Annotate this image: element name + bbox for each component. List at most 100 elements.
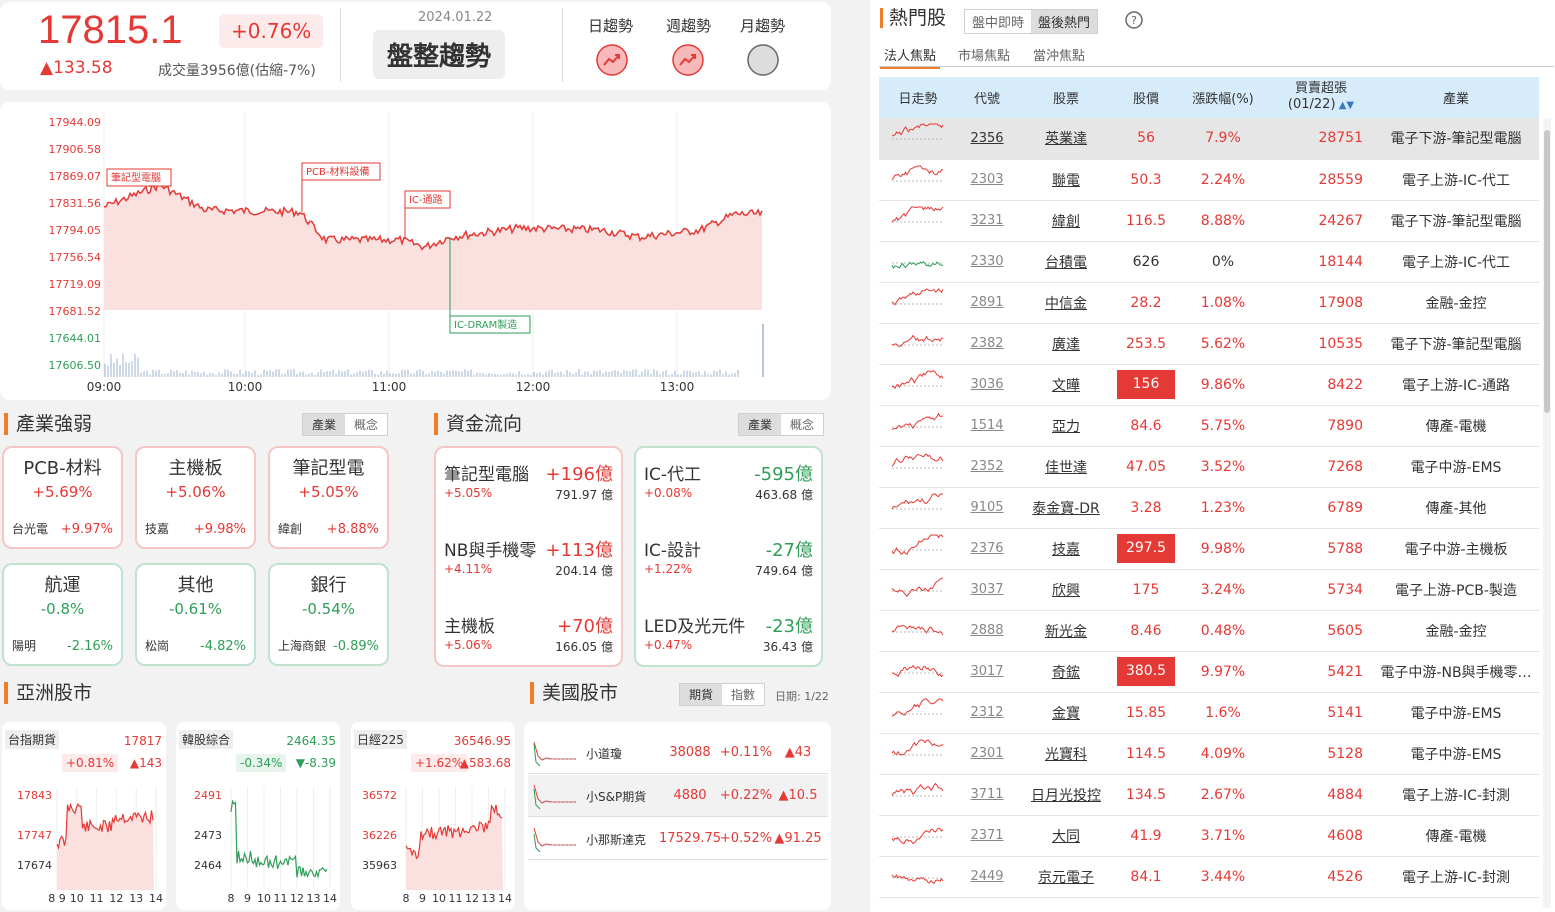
table-row[interactable]: 1514 亞力 84.6 5.75% 7890 傳產-電機 <box>879 405 1539 447</box>
monthly-trend-neutral-icon[interactable] <box>747 44 779 76</box>
stock-name[interactable]: 英業達 <box>1017 118 1115 160</box>
tab-intraday-realtime[interactable]: 盤中即時 <box>965 10 1032 33</box>
table-row[interactable]: 2312 金寶 15.85 1.6% 5141 電子中游-EMS <box>879 692 1539 734</box>
stock-name[interactable]: 中信金 <box>1017 282 1115 324</box>
stock-name[interactable]: 聯電 <box>1017 159 1115 201</box>
flow-row[interactable]: IC-代工 -595億 +0.08% 463.68 億 <box>644 460 813 530</box>
stock-code[interactable]: 2891 <box>957 282 1017 324</box>
sector-tag[interactable]: PCB-材料設備 <box>306 165 369 178</box>
stock-code[interactable]: 3036 <box>957 364 1017 406</box>
table-row[interactable]: 3017 奇鋐 380.5 9.97% 5421 電子中游-NB與手機零… <box>879 651 1539 693</box>
stock-name[interactable]: 欣興 <box>1017 569 1115 611</box>
col-net-buy[interactable]: 買賣超張 (01/22) ▲▼ <box>1269 77 1373 118</box>
stock-code[interactable]: 2301 <box>957 733 1017 775</box>
us-market-row[interactable]: 小道瓊 38088 +0.11% ▲43 <box>528 732 828 774</box>
table-row[interactable]: 2376 技嘉 297.5 9.98% 5788 電子中游-主機板 <box>879 528 1539 570</box>
tab-us-futures[interactable]: 期貨 <box>680 684 723 705</box>
sector-tag[interactable]: IC-DRAM製造 <box>454 318 517 331</box>
tab-after-hours-hot[interactable]: 盤後熱門 <box>1031 10 1098 33</box>
stock-name[interactable]: 新光金 <box>1017 610 1115 652</box>
tab-flow-concept[interactable]: 概念 <box>781 414 824 435</box>
flow-row[interactable]: 筆記型電腦 +196億 +5.05% 791.97 億 <box>444 460 613 530</box>
table-row[interactable]: 3037 欣興 175 3.24% 5734 電子上游-PCB-製造 <box>879 569 1539 611</box>
table-row[interactable]: 9105 泰金寶-DR 3.28 1.23% 6789 傳產-其他 <box>879 487 1539 529</box>
money-inflow-panel[interactable]: 筆記型電腦 +196億 +5.05% 791.97 億 NB與手機零 +113億… <box>434 446 623 667</box>
stock-name[interactable]: 大同 <box>1017 815 1115 857</box>
stock-code[interactable]: 3711 <box>957 774 1017 816</box>
stock-code[interactable]: 9105 <box>957 487 1017 529</box>
table-row[interactable]: 2301 光寶科 114.5 4.09% 5128 電子中游-EMS <box>879 733 1539 775</box>
table-row[interactable]: 2303 聯電 50.3 2.24% 28559 電子上游-IC-代工 <box>879 159 1539 201</box>
stock-name[interactable]: 泰金寶-DR <box>1017 487 1115 529</box>
stock-code[interactable]: 2312 <box>957 692 1017 734</box>
sector-card[interactable]: PCB-材料 +5.69% 台光電 +9.97% <box>2 446 123 549</box>
stock-name[interactable]: 文曄 <box>1017 364 1115 406</box>
sector-tag[interactable]: IC-通路 <box>409 193 443 206</box>
stock-code[interactable]: 2382 <box>957 323 1017 365</box>
scrollbar-thumb[interactable] <box>1544 130 1550 413</box>
stock-name[interactable]: 台積電 <box>1017 241 1115 283</box>
stock-code[interactable]: 3037 <box>957 569 1017 611</box>
money-outflow-panel[interactable]: IC-代工 -595億 +0.08% 463.68 億 IC-設計 -27億 +… <box>634 446 823 667</box>
stock-name[interactable]: 技嘉 <box>1017 528 1115 570</box>
sector-card[interactable]: 筆記型電 +5.05% 緯創 +8.88% <box>268 446 389 549</box>
stock-name[interactable]: 奇鋐 <box>1017 651 1115 693</box>
stock-name[interactable]: 京元電子 <box>1017 856 1115 898</box>
tab-us-index[interactable]: 指數 <box>722 684 765 705</box>
daily-trend-up-icon[interactable] <box>596 44 628 76</box>
stock-code[interactable]: 1514 <box>957 405 1017 447</box>
asia-market-chart[interactable]: 日經225 36546.95 +1.62% ▲583.68 36572 36226… <box>351 722 515 910</box>
stock-code[interactable]: 2330 <box>957 241 1017 283</box>
stock-code[interactable]: 2371 <box>957 815 1017 857</box>
tab-sector-industry[interactable]: 產業 <box>303 414 346 435</box>
table-row[interactable]: 2382 廣達 253.5 5.62% 10535 電子下游-筆記型電腦 <box>879 323 1539 365</box>
table-row[interactable]: 2449 京元電子 84.1 3.44% 4526 電子上游-IC-封測 <box>879 856 1539 898</box>
sort-icon[interactable]: ▲▼ <box>1336 100 1354 111</box>
stock-code[interactable]: 3017 <box>957 651 1017 693</box>
stock-code[interactable]: 2352 <box>957 446 1017 488</box>
sector-card[interactable]: 銀行 -0.54% 上海商銀 -0.89% <box>268 563 389 666</box>
stock-code[interactable]: 2303 <box>957 159 1017 201</box>
asia-market-chart[interactable]: 台指期貨 17817 +0.81% ▲143 17843 17747 17674 8 … <box>2 722 166 910</box>
us-market-row[interactable]: 小S&P期貨 4880 +0.22% ▲10.5 <box>528 775 828 817</box>
table-row[interactable]: 2356 英業達 56 7.9% 28751 電子下游-筆記型電腦 <box>879 118 1539 160</box>
asia-market-chart[interactable]: 韓股綜合 2464.35 -0.34% ▼-8.39 2491 2473 2464 8… <box>176 722 340 910</box>
flow-row[interactable]: NB與手機零 +113億 +4.11% 204.14 億 <box>444 536 613 606</box>
sector-card[interactable]: 航運 -0.8% 陽明 -2.16% <box>2 563 123 666</box>
subtab-market-focus[interactable]: 市場焦點 <box>958 45 1010 64</box>
table-row[interactable]: 2330 台積電 626 0% 18144 電子上游-IC-代工 <box>879 241 1539 283</box>
stock-code[interactable]: 3231 <box>957 200 1017 242</box>
sector-card[interactable]: 其他 -0.61% 松崗 -4.82% <box>135 563 256 666</box>
sector-tag[interactable]: 筆記型電腦 <box>111 171 161 184</box>
stock-code[interactable]: 2888 <box>957 610 1017 652</box>
subtab-daytrade-focus[interactable]: 當沖焦點 <box>1033 45 1085 64</box>
us-market-row[interactable]: 小那斯達克 17529.75 +0.52% ▲91.25 <box>528 818 828 860</box>
table-row[interactable]: 2888 新光金 8.46 0.48% 5605 金融-金控 <box>879 610 1539 652</box>
table-row[interactable]: 2352 佳世達 47.05 3.52% 7268 電子中游-EMS <box>879 446 1539 488</box>
help-icon[interactable]: ? <box>1125 11 1143 29</box>
table-row[interactable]: 2371 大同 41.9 3.71% 4608 傳產-電機 <box>879 815 1539 857</box>
flow-row[interactable]: IC-設計 -27億 +1.22% 749.64 億 <box>644 536 813 606</box>
table-row[interactable]: 3231 緯創 116.5 8.88% 24267 電子下游-筆記型電腦 <box>879 200 1539 242</box>
sector-card[interactable]: 主機板 +5.06% 技嘉 +9.98% <box>135 446 256 549</box>
tab-flow-industry[interactable]: 產業 <box>739 414 782 435</box>
weekly-trend-up-icon[interactable] <box>672 44 704 76</box>
tab-sector-concept[interactable]: 概念 <box>345 414 388 435</box>
stock-code[interactable]: 2376 <box>957 528 1017 570</box>
stock-code[interactable]: 2449 <box>957 856 1017 898</box>
flow-row[interactable]: 主機板 +70億 +5.06% 166.05 億 <box>444 612 613 682</box>
subtab-institutional-focus[interactable]: 法人焦點 <box>880 45 941 69</box>
flow-row[interactable]: LED及光元件 -23億 +0.47% 36.43 億 <box>644 612 813 682</box>
stock-code[interactable]: 2356 <box>957 118 1017 160</box>
stock-name[interactable]: 廣達 <box>1017 323 1115 365</box>
table-row[interactable]: 3036 文曄 156 9.86% 8422 電子上游-IC-通路 <box>879 364 1539 406</box>
stock-name[interactable]: 日月光投控 <box>1017 774 1115 816</box>
table-row[interactable]: 3711 日月光投控 134.5 2.67% 4884 電子上游-IC-封測 <box>879 774 1539 816</box>
stock-name[interactable]: 金寶 <box>1017 692 1115 734</box>
stock-name[interactable]: 光寶科 <box>1017 733 1115 775</box>
stock-name[interactable]: 緯創 <box>1017 200 1115 242</box>
stock-name[interactable]: 亞力 <box>1017 405 1115 447</box>
table-row[interactable]: 2891 中信金 28.2 1.08% 17908 金融-金控 <box>879 282 1539 324</box>
stock-name[interactable]: 佳世達 <box>1017 446 1115 488</box>
intraday-chart[interactable]: 17944.09 17906.58 17869.07 17831.56 17794.05… <box>0 102 831 400</box>
